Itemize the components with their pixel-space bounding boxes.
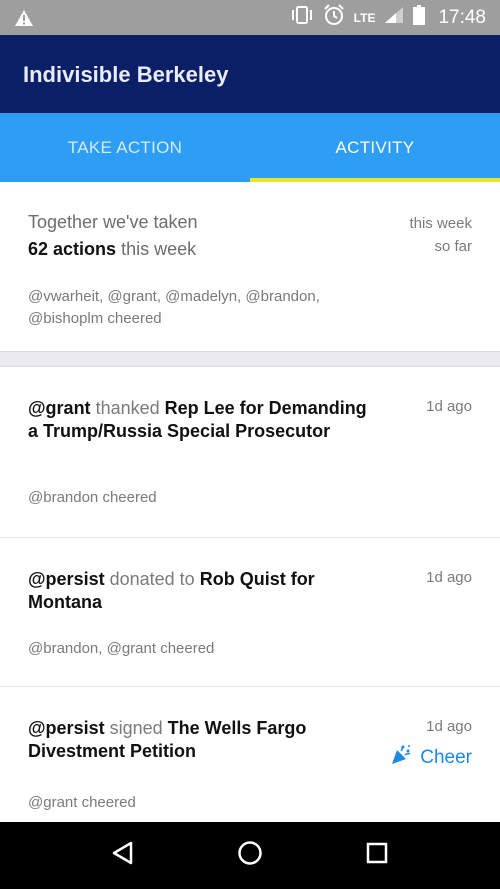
activity-headline: @persist signed The Wells Fargo Divestme… <box>28 717 368 763</box>
activity-verb: thanked <box>95 398 160 418</box>
activity-headline: @persist donated to Rob Quist for Montan… <box>28 568 368 614</box>
activity-item[interactable]: @grant thanked Rep Lee for Demanding a T… <box>0 367 500 538</box>
activity-user[interactable]: @persist <box>28 718 105 738</box>
cheer-label: Cheer <box>420 747 472 768</box>
signal-icon <box>384 6 404 29</box>
activity-time: 1d ago <box>426 569 472 586</box>
activity-user[interactable]: @grant <box>28 398 91 418</box>
activity-time: 1d ago <box>426 718 472 735</box>
recents-button[interactable] <box>357 836 397 876</box>
summary-suffix: this week <box>121 239 197 259</box>
home-icon <box>237 840 263 871</box>
home-button[interactable] <box>230 836 270 876</box>
network-type: LTE <box>353 10 376 25</box>
summary-period: this week so far <box>409 212 472 258</box>
battery-icon <box>413 5 426 30</box>
clock: 17:48 <box>438 6 486 28</box>
back-button[interactable] <box>103 836 143 876</box>
tab-activity[interactable]: ACTIVITY <box>250 113 500 182</box>
system-nav-bar <box>0 822 500 889</box>
weekly-summary-card: Together we've taken 62 actions this wee… <box>0 182 500 352</box>
activity-cheered: @grant cheered <box>28 794 136 811</box>
warning-icon <box>14 9 34 32</box>
activity-cheered: @brandon cheered <box>28 489 157 506</box>
activity-feed[interactable]: Together we've taken 62 actions this wee… <box>0 182 500 822</box>
summary-count: 62 actions <box>28 239 117 259</box>
tab-label: TAKE ACTION <box>67 137 183 157</box>
activity-cheered: @brandon, @grant cheered <box>28 640 215 657</box>
summary-cheered: @vwarheit, @grant, @madelyn, @brandon, @… <box>28 288 320 327</box>
activity-item[interactable]: @persist signed The Wells Fargo Divestme… <box>0 687 500 822</box>
back-icon <box>111 841 135 870</box>
vibrate-icon <box>290 6 314 29</box>
activity-item[interactable]: @persist donated to Rob Quist for Montan… <box>0 538 500 687</box>
app-bar: Indivisible Berkeley <box>0 35 500 113</box>
summary-count-line: 62 actions this week <box>28 239 196 260</box>
section-divider <box>0 352 500 367</box>
tab-take-action[interactable]: TAKE ACTION <box>0 113 250 182</box>
app-title: Indivisible Berkeley <box>23 62 229 87</box>
activity-verb: donated to <box>109 569 195 589</box>
recents-icon <box>366 842 388 869</box>
summary-period-line1: this week <box>409 215 472 232</box>
tab-label: ACTIVITY <box>335 137 415 157</box>
status-bar: LTE 17:48 <box>0 0 500 35</box>
activity-verb: signed <box>109 718 163 738</box>
activity-time: 1d ago <box>426 398 472 415</box>
summary-prefix: Together we've taken <box>28 212 198 232</box>
party-popper-icon <box>390 744 412 772</box>
summary-period-line2: so far <box>434 238 472 255</box>
activity-user[interactable]: @persist <box>28 569 105 589</box>
activity-headline: @grant thanked Rep Lee for Demanding a T… <box>28 397 368 443</box>
tab-bar: TAKE ACTION ACTIVITY <box>0 113 500 182</box>
alarm-icon <box>323 4 345 31</box>
cheer-button[interactable]: Cheer <box>390 744 472 772</box>
